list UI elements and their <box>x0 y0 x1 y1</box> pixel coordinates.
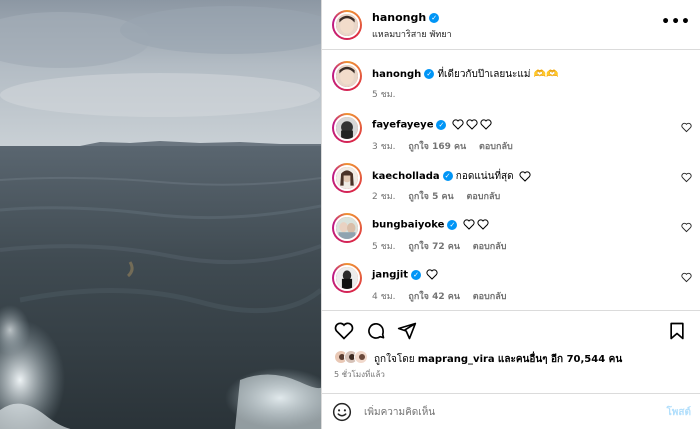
comment-username[interactable]: bungbaiyoke <box>372 220 444 231</box>
reply-button[interactable]: ตอบกลับ <box>473 292 507 302</box>
comment-avatar[interactable] <box>332 213 362 243</box>
heart-emoji-icon <box>480 119 492 130</box>
heart-emoji-icon <box>426 269 438 280</box>
liked-by: ถูกใจโดย maprang_vira และคนอื่นๆ อีก 70,… <box>334 350 694 366</box>
comment-time[interactable]: 3 ชม. <box>372 142 396 152</box>
like-comment-heart-icon[interactable] <box>681 272 692 283</box>
post-timestamp[interactable]: 5 ชั่วโมงที่แล้ว <box>334 368 385 381</box>
avatar-photo <box>336 217 358 239</box>
liked-by-prefix: ถูกใจโดย <box>374 354 415 365</box>
comment-likes[interactable]: ถูกใจ 169 คน <box>408 142 466 152</box>
avatar-photo <box>336 167 358 189</box>
heart-emoji-icon <box>477 219 489 230</box>
verified-icon: ✓ <box>447 219 458 230</box>
like-comment-heart-icon[interactable] <box>681 122 692 133</box>
instagram-post-modal: hanongh ✓ แหลมบาริสาย พัทยา ••• hanongh … <box>0 0 700 429</box>
comment-composer: โพสต์ <box>322 393 700 429</box>
comment-hearts <box>463 219 489 230</box>
author-avatar[interactable] <box>332 10 362 40</box>
caption-text: ที่เดียวกับป๊าเลยนะแม่ 🫶🫶 <box>437 69 559 80</box>
heart-emoji-icon <box>463 219 475 230</box>
bookmark-icon[interactable] <box>667 321 687 341</box>
reply-button[interactable]: ตอบกลับ <box>479 142 513 152</box>
like-comment-heart-icon[interactable] <box>681 172 692 183</box>
caption-avatar[interactable] <box>332 61 362 91</box>
comment-likes[interactable]: ถูกใจ 5 คน <box>408 192 453 202</box>
caption-time[interactable]: 5 ชม. <box>372 90 396 100</box>
comment-hearts <box>519 170 531 182</box>
verified-icon: ✓ <box>442 171 453 181</box>
comment-username[interactable]: jangjit <box>372 270 408 281</box>
share-icon[interactable] <box>397 321 417 341</box>
verified-icon: ✓ <box>424 69 435 79</box>
caption-username[interactable]: hanongh <box>372 69 421 80</box>
comment-avatar[interactable] <box>332 163 362 193</box>
sea-photo-image <box>0 0 321 429</box>
heart-emoji-icon <box>466 119 478 130</box>
comment-username[interactable]: kaechollada <box>372 171 440 182</box>
comment-hearts <box>426 269 438 280</box>
heart-icon[interactable] <box>334 321 354 341</box>
comment-likes[interactable]: ถูกใจ 72 คน <box>408 242 460 252</box>
comment-hearts <box>452 119 492 130</box>
avatar-photo <box>336 14 358 36</box>
heart-emoji-icon <box>519 170 531 182</box>
post-details-panel: hanongh ✓ แหลมบาริสาย พัทยา ••• hanongh … <box>321 0 700 429</box>
avatar-photo <box>336 117 358 139</box>
avatar-photo <box>336 267 358 289</box>
comment-icon[interactable] <box>366 321 386 341</box>
liker-avatar[interactable] <box>354 350 368 364</box>
action-bar <box>322 310 700 350</box>
reply-button[interactable]: ตอบกลับ <box>473 242 507 252</box>
liked-by-count[interactable]: และคนอื่นๆ อีก 70,544 คน <box>498 354 622 365</box>
comment-text: กอดแน่นที่สุด <box>455 171 514 182</box>
post-photo[interactable] <box>0 0 321 429</box>
verified-icon: ✓ <box>436 119 447 130</box>
liked-by-user[interactable]: maprang_vira <box>418 354 495 365</box>
verified-icon: ✓ <box>411 269 422 280</box>
comment-username[interactable]: fayefayeye <box>372 120 433 131</box>
comment-avatar[interactable] <box>332 263 362 293</box>
like-comment-heart-icon[interactable] <box>681 222 692 233</box>
comment-avatar[interactable] <box>332 113 362 143</box>
author-username[interactable]: hanongh <box>372 11 426 24</box>
comments-list: hanongh ✓ ที่เดียวกับป๊าเลยนะแม่ 🫶🫶 5 ชม. <box>322 51 700 310</box>
more-icon[interactable]: ••• <box>661 14 691 30</box>
post-comment-button[interactable]: โพสต์ <box>666 405 691 420</box>
emoji-icon[interactable] <box>332 402 352 422</box>
verified-icon: ✓ <box>429 13 440 23</box>
comment-time[interactable]: 4 ชม. <box>372 292 396 302</box>
heart-emoji-icon <box>452 119 464 130</box>
comment-time[interactable]: 5 ชม. <box>372 242 396 252</box>
comment-time[interactable]: 2 ชม. <box>372 192 396 202</box>
post-header: hanongh ✓ แหลมบาริสาย พัทยา ••• <box>322 0 700 50</box>
post-location[interactable]: แหลมบาริสาย พัทยา <box>372 27 452 41</box>
comment-likes[interactable]: ถูกใจ 42 คน <box>408 292 460 302</box>
avatar-photo <box>336 65 358 87</box>
add-comment-input[interactable] <box>364 400 634 424</box>
reply-button[interactable]: ตอบกลับ <box>467 192 501 202</box>
